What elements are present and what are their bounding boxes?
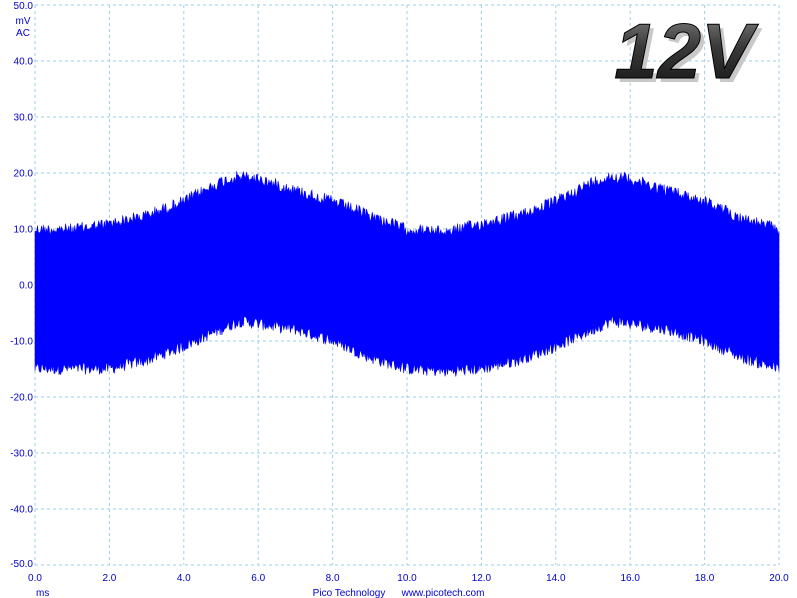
x-axis-unit-label: ms <box>36 588 49 598</box>
y-tick-label: -20.0 <box>10 393 33 404</box>
y-tick-label: 0.0 <box>19 281 33 292</box>
x-tick-label: 14.0 <box>546 573 566 584</box>
x-tick-label: 18.0 <box>695 573 715 584</box>
x-tick-label: 0.0 <box>28 573 42 584</box>
y-tick-label: -30.0 <box>10 449 33 460</box>
y-tick-label: -10.0 <box>10 337 33 348</box>
oscilloscope-chart: 50.0 40.0 30.0 20.0 10.0 0.0 -10.0 -20.0 -30.0 -4… <box>10 1 789 598</box>
footer-company: Pico Technology <box>313 588 386 598</box>
x-axis-ticks: 0.0 2.0 4.0 6.0 8.0 10.0 12.0 14.0 16.0 18.0 20.0 <box>28 573 789 584</box>
y-tick-label: 10.0 <box>14 225 34 236</box>
x-tick-label: 16.0 <box>620 573 640 584</box>
signal-trace <box>34 171 780 377</box>
x-tick-label: 6.0 <box>251 573 265 584</box>
x-tick-label: 8.0 <box>326 573 340 584</box>
x-tick-label: 4.0 <box>177 573 191 584</box>
x-tick-label: 20.0 <box>769 573 789 584</box>
y-tick-label: 30.0 <box>14 113 34 124</box>
coupling-label: AC <box>16 28 30 39</box>
x-tick-label: 12.0 <box>472 573 492 584</box>
footer-website: www.picotech.com <box>401 588 485 598</box>
voltage-badge: 12V <box>614 7 759 95</box>
y-tick-label: 50.0 <box>14 1 34 12</box>
y-tick-label: -50.0 <box>10 559 33 570</box>
y-tick-label: 40.0 <box>14 57 34 68</box>
y-axis-ticks: 50.0 40.0 30.0 20.0 10.0 0.0 -10.0 -20.0 -30.0 -4… <box>10 1 33 570</box>
y-tick-label: 20.0 <box>14 169 34 180</box>
x-tick-label: 2.0 <box>102 573 116 584</box>
x-tick-label: 10.0 <box>397 573 417 584</box>
y-axis-unit-label: mV <box>16 16 31 27</box>
y-tick-label: -40.0 <box>10 505 33 516</box>
signal-band <box>34 171 780 377</box>
